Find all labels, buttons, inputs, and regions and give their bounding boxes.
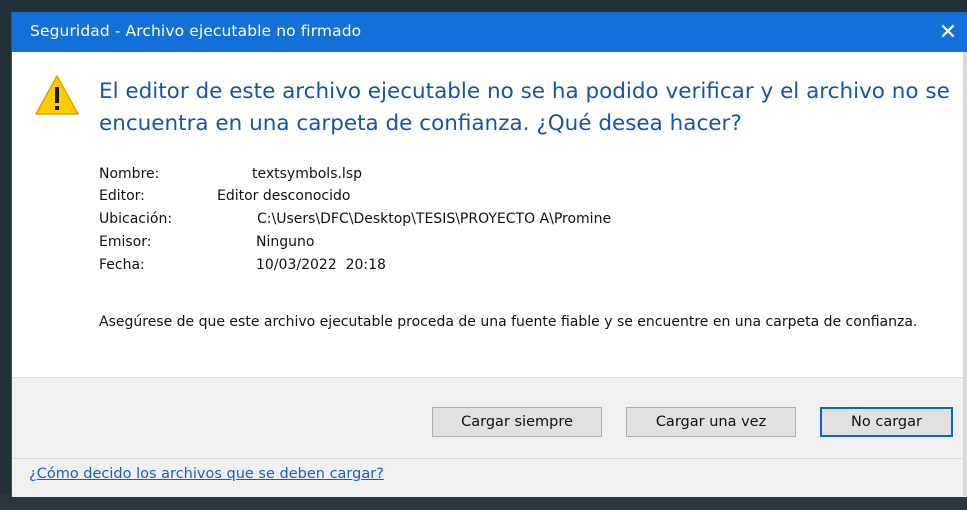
editor-value: Editor desconocido bbox=[217, 188, 351, 204]
dialog-right-edge bbox=[963, 52, 967, 496]
warning-icon bbox=[34, 74, 80, 116]
name-value: textsymbols.lsp bbox=[252, 166, 363, 182]
date-label: Fecha: bbox=[99, 257, 145, 273]
location-label: Ubicación: bbox=[99, 211, 173, 227]
location-value: C:\Users\DFC\Desktop\TESIS\PROYECTO A\Pr… bbox=[257, 211, 612, 227]
issuer-label: Emisor: bbox=[99, 234, 152, 250]
always-load-button[interactable]: Cargar siempre bbox=[432, 407, 602, 437]
name-label: Nombre: bbox=[99, 166, 160, 182]
dialog-footer: Cargar siempre Cargar una vez No cargar … bbox=[12, 377, 967, 497]
trust-note: Asegúrese de que este archivo ejecutable… bbox=[99, 314, 918, 330]
close-icon: ✕ bbox=[938, 19, 958, 45]
load-once-button[interactable]: Cargar una vez bbox=[626, 407, 796, 437]
dialog-title: Seguridad - Archivo ejecutable no firmad… bbox=[30, 22, 362, 40]
title-bar[interactable]: Seguridad - Archivo ejecutable no firmad… bbox=[12, 12, 967, 52]
security-dialog: Seguridad - Archivo ejecutable no firmad… bbox=[11, 12, 967, 497]
date-value: 10/03/2022 20:18 bbox=[256, 257, 386, 273]
help-link[interactable]: ¿Cómo decido los archivos que se deben c… bbox=[29, 466, 384, 482]
editor-label: Editor: bbox=[99, 188, 145, 204]
do-not-load-button[interactable]: No cargar bbox=[820, 407, 953, 437]
issuer-value: Ninguno bbox=[256, 234, 315, 250]
close-button[interactable]: ✕ bbox=[928, 12, 967, 52]
headline-message: El editor de este archivo ejecutable no … bbox=[99, 79, 950, 136]
footer-divider bbox=[12, 458, 967, 459]
